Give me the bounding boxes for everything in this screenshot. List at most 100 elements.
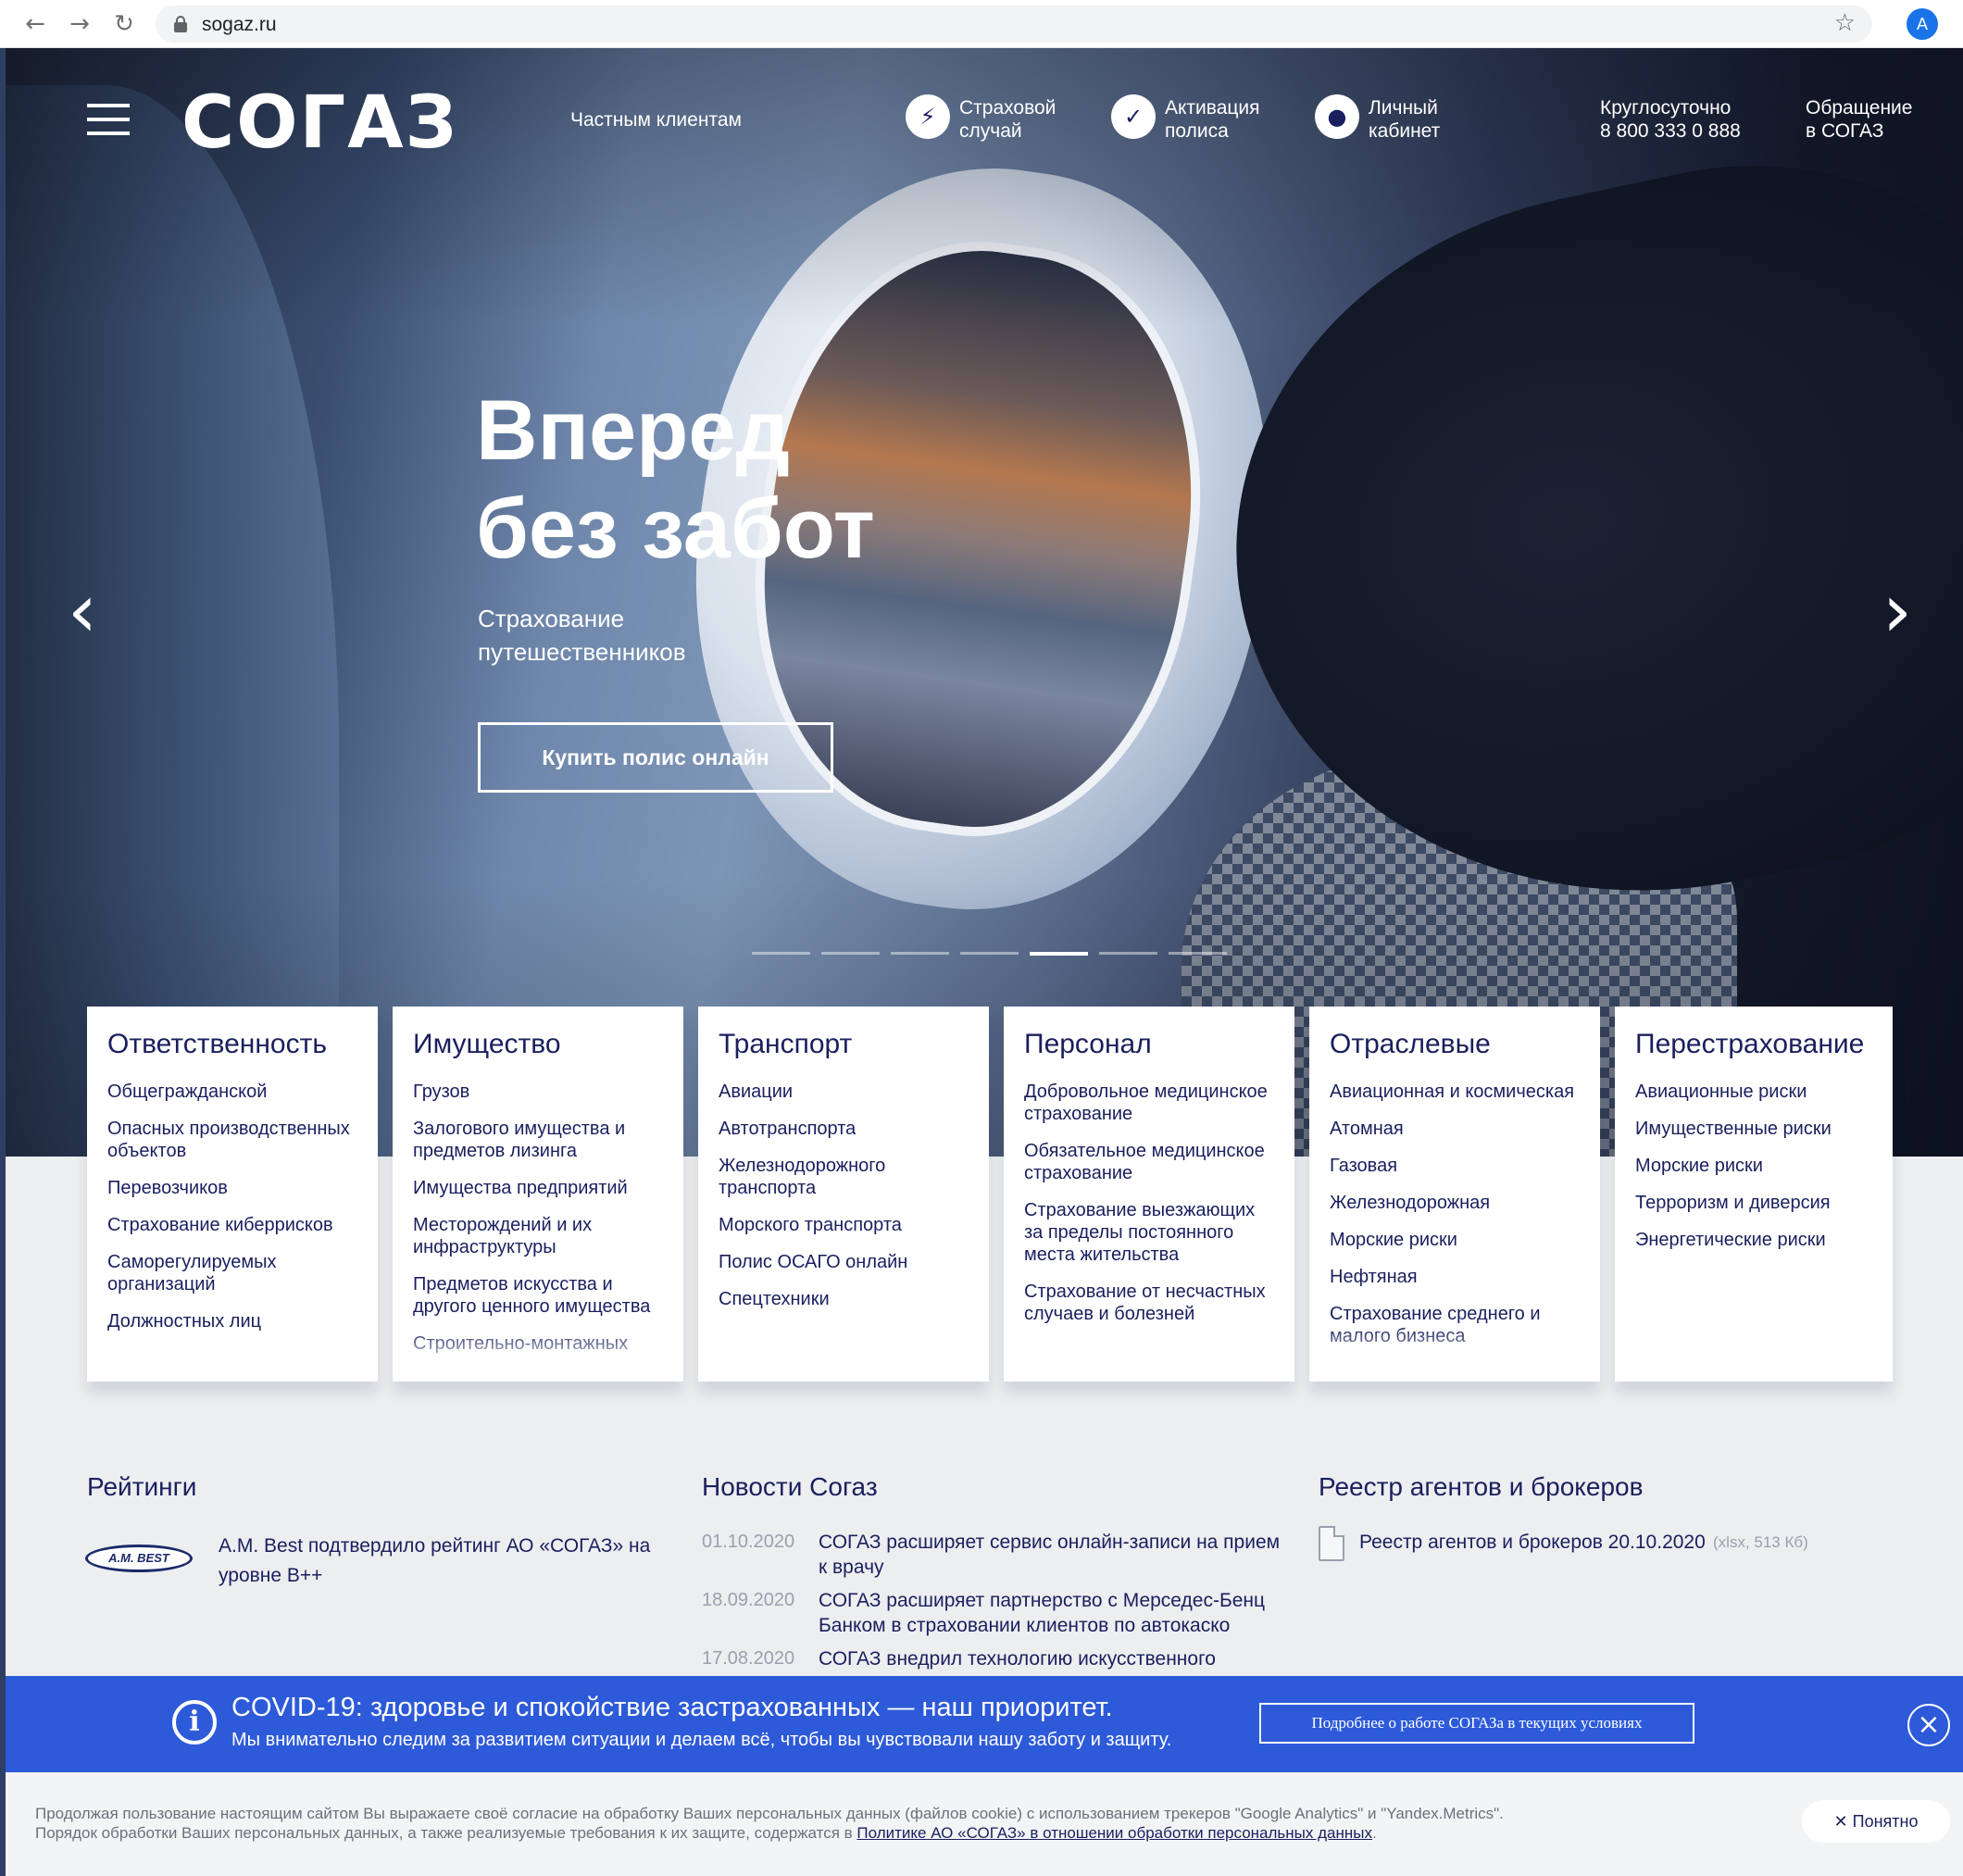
hamburger-menu-icon[interactable] <box>87 104 130 135</box>
card-fade <box>1309 1326 1600 1382</box>
category-link[interactable]: Обязательное медицинское страхование <box>1024 1140 1274 1184</box>
appeal-line1: Обращение <box>1806 97 1913 119</box>
slider-dot[interactable] <box>960 952 1019 955</box>
slider-dot[interactable] <box>752 952 810 955</box>
category-card: Транспорт Авиации Автотранспорта Железнодор… <box>698 1007 989 1382</box>
category-link[interactable]: Морские риски <box>1635 1155 1872 1177</box>
policy-activation-link[interactable]: Активация полиса <box>1165 96 1260 143</box>
hero-title: Вперед без забот <box>476 381 875 578</box>
lightning-icon[interactable]: ⚡ <box>906 94 950 139</box>
phone-block[interactable]: Круглосуточно 8 800 333 0 888 <box>1600 96 1741 143</box>
address-bar[interactable]: sogaz.ru ☆ <box>156 6 1872 43</box>
card-fade <box>1615 1326 1893 1382</box>
slider-dot[interactable] <box>891 952 949 955</box>
news-link[interactable]: СОГАЗ расширяет сервис онлайн-записи на … <box>819 1530 1282 1580</box>
category-link[interactable]: Страхование выезжающих за пределы постоя… <box>1024 1199 1274 1266</box>
category-title[interactable]: Перестрахование <box>1635 1029 1872 1060</box>
hero-shade <box>6 48 1963 1157</box>
news-link[interactable]: СОГАЗ внедрил технологию искусственного <box>819 1646 1282 1671</box>
category-link[interactable]: Месторождений и их инфраструктуры <box>413 1214 663 1258</box>
category-link[interactable]: Имущественные риски <box>1635 1118 1872 1140</box>
cookie-notice: Продолжая пользование настоящим сайтом В… <box>6 1772 1963 1876</box>
user-lock-icon[interactable]: ● <box>1315 94 1359 139</box>
cookie-accept-label: Понятно <box>1852 1812 1919 1831</box>
category-link[interactable]: Саморегулируемых организаций <box>107 1251 357 1295</box>
slider-dot[interactable] <box>1099 952 1157 955</box>
category-link[interactable]: Спецтехники <box>719 1288 969 1310</box>
rating-news-link[interactable]: A.M. Best подтвердило рейтинг АО «СОГАЗ»… <box>219 1532 672 1591</box>
card-fade <box>1004 1326 1294 1382</box>
close-icon: ✕ <box>1833 1812 1848 1831</box>
category-link[interactable]: Железнодорожного транспорта <box>719 1155 969 1199</box>
category-title[interactable]: Имущество <box>413 1029 663 1060</box>
category-link[interactable]: Опасных производственных объектов <box>107 1118 357 1162</box>
category-link[interactable]: Железнодорожная <box>1330 1192 1580 1214</box>
cookie-accept-button[interactable]: ✕ Понятно <box>1802 1800 1950 1843</box>
phone-label: Круглосуточно <box>1600 97 1732 119</box>
slider-next-arrow-icon[interactable]: › <box>1874 574 1920 648</box>
category-link[interactable]: Энергетические риски <box>1635 1229 1872 1251</box>
insured-event-link[interactable]: Страховой случай <box>959 96 1056 143</box>
category-link[interactable]: Предметов искусства и другого ценного им… <box>413 1273 663 1318</box>
category-link[interactable]: Атомная <box>1330 1118 1580 1140</box>
category-link[interactable]: Терроризм и диверсия <box>1635 1192 1872 1214</box>
category-link[interactable]: Автотранспорта <box>719 1118 969 1140</box>
category-link[interactable]: Полис ОСАГО онлайн <box>719 1251 969 1273</box>
close-icon[interactable]: × <box>1907 1704 1950 1746</box>
window-edge <box>0 48 6 1876</box>
registry-download-link[interactable]: Реестр агентов и брокеров 20.10.2020 <box>1359 1532 1706 1554</box>
covid-banner: i COVID-19: здоровье и спокойствие застр… <box>6 1676 1963 1772</box>
reload-icon[interactable]: ↻ <box>109 9 139 39</box>
category-link[interactable]: Нефтяная <box>1330 1266 1580 1288</box>
forward-arrow-icon[interactable]: → <box>65 9 94 39</box>
hero-title-line2: без забот <box>476 482 875 576</box>
profile-avatar[interactable]: A <box>1907 8 1938 40</box>
category-title[interactable]: Ответственность <box>107 1029 357 1060</box>
category-card: Ответственность Общегражданской Опасных пр… <box>87 1007 378 1382</box>
news-link[interactable]: СОГАЗ расширяет партнерство с Мерседес-Б… <box>819 1588 1282 1638</box>
category-link[interactable]: Страхование от несчастных случаев и боле… <box>1024 1281 1274 1325</box>
category-card: Отраслевые Авиационная и космическая Атомн… <box>1309 1007 1600 1382</box>
category-link[interactable]: Залогового имущества и предметов лизинга <box>413 1118 663 1162</box>
category-link[interactable]: Авиации <box>719 1081 969 1103</box>
news-date: 18.09.2020 <box>702 1590 795 1610</box>
card-fade <box>393 1326 683 1382</box>
covid-subtitle: Мы внимательно следим за развитием ситуа… <box>231 1730 1172 1750</box>
category-title[interactable]: Персонал <box>1024 1029 1274 1060</box>
appeal-link[interactable]: Обращение в СОГАЗ <box>1806 96 1912 143</box>
slider-dot[interactable] <box>821 952 880 955</box>
back-arrow-icon[interactable]: ← <box>20 9 50 39</box>
slider-dot[interactable] <box>1169 952 1227 955</box>
private-clients-link[interactable]: Частным клиентам <box>570 108 742 131</box>
url-text: sogaz.ru <box>202 14 277 35</box>
shield-check-icon[interactable]: ✓ <box>1111 94 1156 139</box>
category-link[interactable]: Перевозчиков <box>107 1177 357 1199</box>
account-line1: Личный <box>1369 97 1438 119</box>
category-link[interactable]: Страхование киберрисков <box>107 1214 357 1236</box>
slider-dot[interactable] <box>1030 952 1088 956</box>
category-title[interactable]: Отраслевые <box>1330 1029 1580 1060</box>
category-link[interactable]: Добровольное медицинское страхование <box>1024 1081 1274 1125</box>
account-line2: кабинет <box>1369 120 1441 142</box>
buy-policy-button[interactable]: Купить полис онлайн <box>478 722 833 793</box>
category-link[interactable]: Морского транспорта <box>719 1214 969 1236</box>
category-link[interactable]: Авиационная и космическая <box>1330 1081 1580 1103</box>
category-link[interactable]: Грузов <box>413 1081 663 1103</box>
personal-account-link[interactable]: Личный кабинет <box>1369 96 1440 143</box>
covid-details-button[interactable]: Подробнее о работе СОГАЗа в текущих усло… <box>1259 1703 1694 1744</box>
appeal-line2: в СОГАЗ <box>1806 120 1884 142</box>
cookie-text-line1: Продолжая пользование настоящим сайтом В… <box>35 1805 1504 1822</box>
cookie-text-prefix: Порядок обработки Ваших персональных дан… <box>35 1824 857 1842</box>
sogaz-logo[interactable]: СОГАЗ <box>181 81 458 165</box>
privacy-policy-link[interactable]: Политике АО «СОГАЗ» в отношении обработк… <box>856 1824 1372 1842</box>
star-icon[interactable]: ☆ <box>1834 9 1856 37</box>
category-link[interactable]: Морские риски <box>1330 1229 1580 1251</box>
insured-event-line2: случай <box>959 120 1022 142</box>
category-link[interactable]: Имущества предприятий <box>413 1177 663 1199</box>
category-link[interactable]: Общегражданской <box>107 1081 357 1103</box>
category-title[interactable]: Транспорт <box>719 1029 969 1060</box>
browser-toolbar: ← → ↻ sogaz.ru ☆ A <box>0 0 1963 48</box>
category-link[interactable]: Газовая <box>1330 1155 1580 1177</box>
category-link[interactable]: Авиационные риски <box>1635 1081 1872 1103</box>
slider-prev-arrow-icon[interactable]: ‹ <box>59 574 106 648</box>
